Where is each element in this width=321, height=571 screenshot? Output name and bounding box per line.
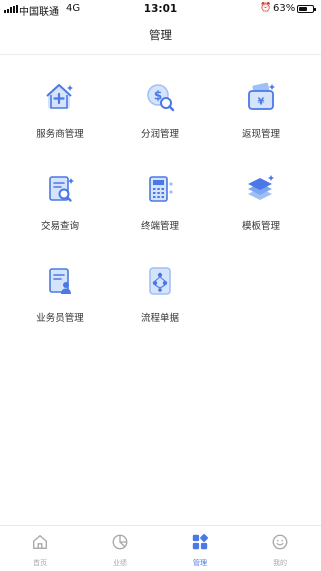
- flow-document-icon: [149, 267, 171, 295]
- grid-item-label: 返现管理: [241, 129, 280, 140]
- battery-percentage: 63%: [273, 3, 296, 14]
- grid-item-terminal[interactable]: 终端管理: [110, 172, 210, 242]
- grid-item-template[interactable]: 模板管理: [211, 172, 311, 242]
- tab-label: 首页: [33, 559, 47, 567]
- house-plus-icon: [46, 84, 73, 109]
- tab-label: 管理: [193, 559, 207, 567]
- grid-item-label: 服务商管理: [36, 129, 84, 140]
- grid-item-label: 业务员管理: [36, 313, 84, 324]
- grid-item-profit-sharing[interactable]: $ 分润管理: [110, 80, 210, 150]
- grid-item-label: 模板管理: [241, 221, 280, 232]
- smile-icon: [272, 534, 288, 550]
- document-search-icon: [49, 176, 74, 202]
- grid-icon: [192, 534, 208, 550]
- status-bar: 中国联通 4G 13:01 ⏰ 63%: [0, 0, 321, 18]
- svg-text:¥: ¥: [258, 97, 265, 108]
- grid-item-label: 交易查询: [40, 221, 79, 232]
- document-person-icon: [49, 268, 71, 294]
- home-icon: [33, 535, 47, 549]
- grid-item-label: 终端管理: [140, 221, 179, 232]
- pie-chart-icon: [112, 534, 128, 550]
- tab-label: 我的: [273, 559, 287, 567]
- grid-item-transaction-query[interactable]: 交易查询: [10, 172, 110, 242]
- alarm-icon: ⏰: [260, 3, 272, 13]
- grid-item-cashback[interactable]: ¥ 返现管理: [211, 80, 311, 150]
- page-title: 管理: [149, 28, 172, 42]
- wallet-yen-icon: ¥: [248, 82, 275, 110]
- battery-icon: [297, 5, 316, 13]
- grid-item-label: 流程单据: [140, 313, 179, 324]
- tab-performance[interactable]: 业绩: [80, 526, 160, 571]
- tab-label: 业绩: [113, 559, 127, 567]
- grid-item-salesperson[interactable]: 业务员管理: [10, 264, 110, 334]
- layers-icon: [248, 175, 274, 200]
- grid-item-service-provider[interactable]: 服务商管理: [10, 80, 110, 150]
- tab-home[interactable]: 首页: [0, 526, 80, 571]
- grid-item-label: 分润管理: [140, 129, 179, 140]
- pos-terminal-icon: [149, 176, 173, 202]
- grid-item-process-documents[interactable]: 流程单据: [110, 264, 210, 334]
- nav-bar: 管理: [0, 18, 321, 55]
- tab-mine[interactable]: 我的: [240, 526, 320, 571]
- money-search-icon: $: [147, 84, 175, 112]
- tab-management[interactable]: 管理: [160, 526, 240, 571]
- tab-bar: 首页 业绩 管理 我的: [0, 525, 321, 571]
